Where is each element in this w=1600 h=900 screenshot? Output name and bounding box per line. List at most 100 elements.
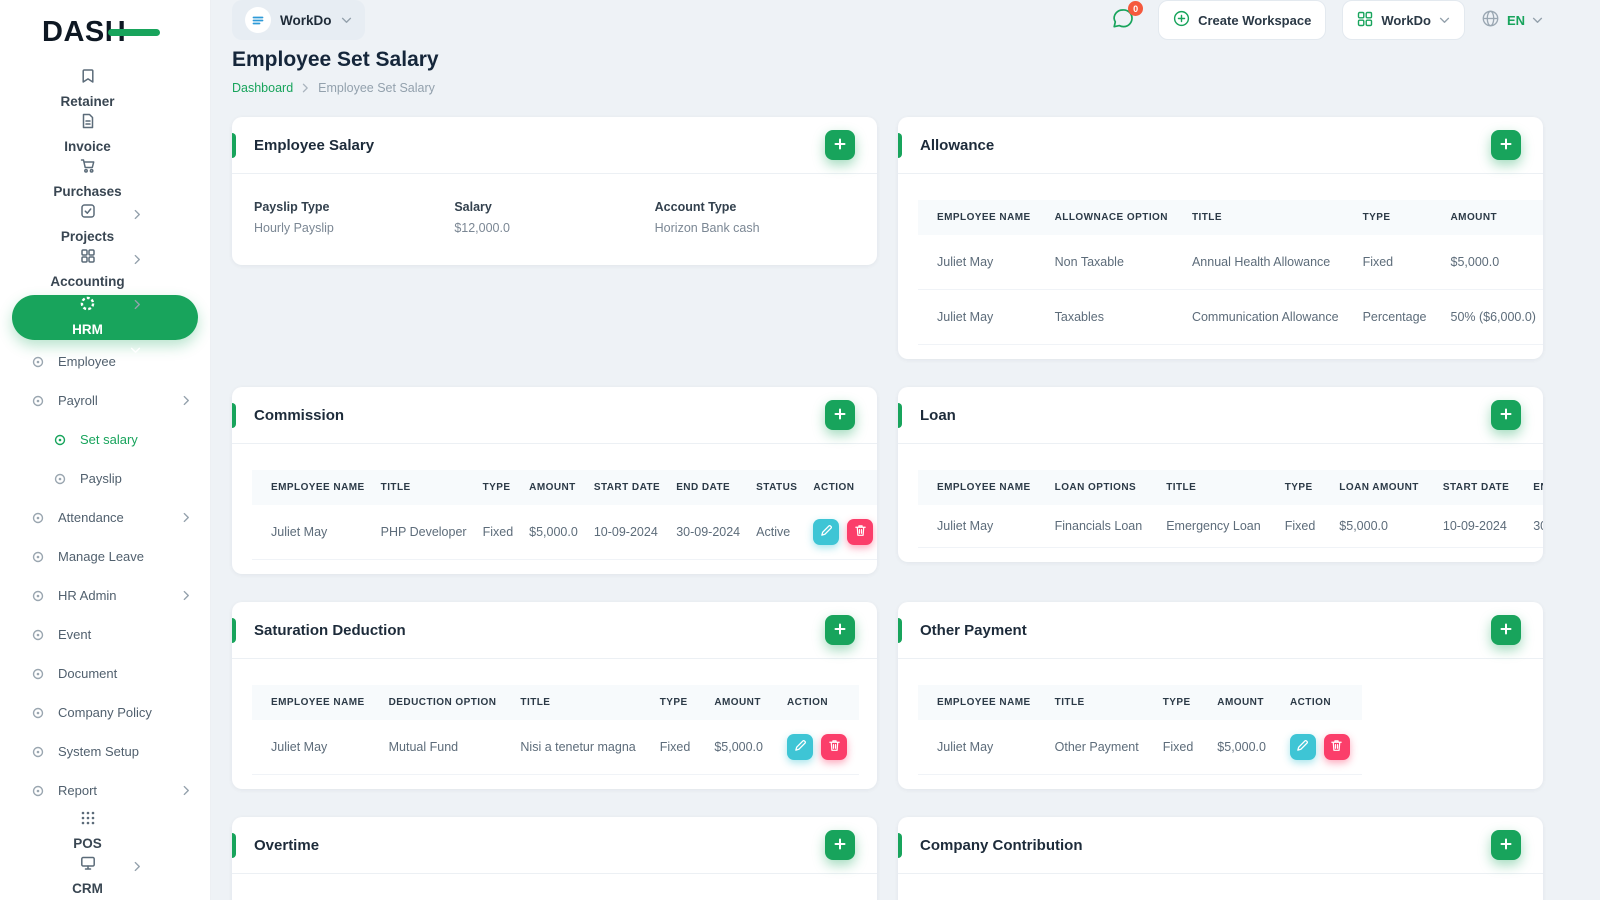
sidebar-item-attendance[interactable]: Attendance (12, 498, 198, 537)
bullet-icon (28, 668, 48, 680)
messages-badge: 0 (1128, 1, 1144, 16)
column-header: AMOUNT (1438, 200, 1543, 235)
create-workspace-button[interactable]: Create Workspace (1158, 0, 1327, 40)
projects-icon (78, 203, 98, 219)
sidebar-item-purchases[interactable]: Purchases (12, 158, 198, 220)
delete-button[interactable] (847, 519, 874, 545)
plus-icon (834, 623, 846, 638)
bullet-icon (28, 356, 48, 368)
messages-button[interactable]: 0 (1104, 0, 1144, 40)
globe-icon (1481, 9, 1500, 31)
workdo-menu-button[interactable]: WorkDo (1342, 0, 1465, 40)
workspace-selector[interactable]: WorkDo (232, 0, 365, 40)
table-cell: Financials Loan (1042, 505, 1155, 548)
column-header: AMOUNT (521, 470, 586, 505)
add-commission-button[interactable] (825, 400, 855, 430)
column-header: START DATE (585, 470, 669, 505)
add-allowance-button[interactable] (1491, 130, 1521, 160)
card-header: Loan (898, 387, 1543, 444)
card-overtime: Overtime (232, 817, 877, 900)
sidebar-item-company-policy[interactable]: Company Policy (12, 693, 198, 732)
sidebar-item-set-salary[interactable]: Set salary (12, 420, 198, 459)
sidebar-item-payroll[interactable]: Payroll (12, 381, 198, 420)
column-header: TITLE (508, 685, 648, 720)
card-header: Overtime (232, 817, 877, 874)
card-header: Employee Salary (232, 117, 877, 174)
sidebar-item-label: Company Policy (58, 705, 152, 720)
add-saturation-deduction-button[interactable] (825, 615, 855, 645)
chevron-right-icon (134, 299, 141, 310)
table-cell: 30-09-2024 (668, 505, 749, 560)
add-company-contribution-button[interactable] (1491, 830, 1521, 860)
column-header: EMPLOYEE NAME (252, 470, 373, 505)
allowance-table: EMPLOYEE NAME ALLOWNACE OPTION TITLE TYPE AM… (898, 174, 1543, 359)
sidebar-item-retainer[interactable]: Retainer (12, 68, 198, 113)
edit-button[interactable] (787, 734, 813, 760)
delete-button[interactable] (1323, 734, 1350, 760)
column-header: STATUS (748, 470, 806, 505)
delete-icon (854, 524, 867, 540)
sidebar-item-event[interactable]: Event (12, 615, 198, 654)
sidebar-item-crm[interactable]: CRM (12, 855, 198, 900)
sidebar-item-invoice[interactable]: Invoice (12, 113, 198, 158)
table-cell: Juliet May (918, 289, 1043, 345)
breadcrumb-dashboard-link[interactable]: Dashboard (232, 81, 293, 95)
column-header: EMPLOYEE NAME (252, 685, 377, 720)
sidebar-item-report[interactable]: Report (12, 771, 198, 810)
edit-button[interactable] (813, 519, 840, 545)
sidebar-item-pos[interactable]: POS (12, 810, 198, 872)
breadcrumb-current: Employee Set Salary (318, 81, 435, 95)
add-other-payment-button[interactable] (1491, 615, 1521, 645)
table-row: Juliet May Other Payment Fixed $5,000.0 (918, 720, 1362, 775)
delete-button[interactable] (821, 734, 847, 760)
add-employee-salary-button[interactable] (825, 130, 855, 160)
sidebar-item-label: Attendance (58, 510, 124, 525)
add-overtime-button[interactable] (825, 830, 855, 860)
sidebar-item-hr-admin[interactable]: HR Admin (12, 576, 198, 615)
column-header: TYPE (1350, 200, 1439, 235)
card-title: Commission (254, 406, 345, 424)
bullet-icon (28, 707, 48, 719)
app-logo[interactable]: DASH (12, 0, 198, 64)
data-table: EMPLOYEE NAME ALLOWNACE OPTION TITLE TYPE AM… (918, 200, 1543, 345)
language-selector[interactable]: EN (1481, 9, 1543, 31)
table-row: Juliet May Non Taxable Annual Health Allow… (918, 235, 1543, 290)
plus-icon (1500, 623, 1512, 638)
sidebar-item-employee[interactable]: Employee (12, 342, 198, 381)
card-title: Other Payment (920, 621, 1027, 639)
sidebar-item-label: Invoice (64, 139, 111, 154)
invoice-icon (78, 113, 98, 129)
table-header-row: EMPLOYEE NAME TITLE TYPE AMOUNT ACTION (918, 685, 1362, 720)
sidebar-item-label: Report (58, 783, 98, 798)
card-title: Company Contribution (920, 836, 1083, 854)
employee-salary-details: Payslip Type Hourly Payslip Salary $12,000.… (232, 174, 877, 265)
table-cell: Fixed (474, 505, 522, 560)
table-cell: Communication Allowance (1179, 289, 1351, 345)
add-loan-button[interactable] (1491, 400, 1521, 430)
plus-circle-icon (1173, 10, 1190, 30)
accounting-icon (78, 248, 98, 264)
sidebar-item-system-setup[interactable]: System Setup (12, 732, 198, 771)
sidebar-item-hrm[interactable]: HRM (12, 295, 198, 353)
card-title: Saturation Deduction (254, 621, 406, 639)
sidebar-item-document[interactable]: Document (12, 654, 198, 693)
column-header: EMPLOYEE NAME (918, 470, 1043, 505)
table-header-row: EMPLOYEE NAME DEDUCTION OPTION TITLE TYPE AM… (252, 685, 859, 720)
bullet-icon (28, 785, 48, 797)
sidebar-item-payslip[interactable]: Payslip (12, 459, 198, 498)
crm-icon (78, 855, 98, 871)
sidebar-item-label: Projects (60, 229, 115, 244)
workspace-name: WorkDo (280, 12, 332, 28)
edit-button[interactable] (1289, 734, 1316, 760)
card-allowance: Allowance EMPLOYEE NAME ALLOWNACE OPTION T… (898, 117, 1543, 359)
field-label: Account Type (654, 200, 737, 214)
column-header: TITLE (372, 470, 475, 505)
row-actions (805, 505, 877, 560)
table-cell: $5,000.0 (1327, 505, 1431, 548)
sidebar-item-accounting[interactable]: Accounting (12, 248, 198, 310)
sidebar-item-manage-leave[interactable]: Manage Leave (12, 537, 198, 576)
sidebar-item-projects[interactable]: Projects (12, 203, 198, 265)
plus-icon (834, 838, 846, 853)
table-cell: 30-09-2024 (1521, 505, 1543, 548)
card-header: Saturation Deduction (232, 602, 877, 659)
